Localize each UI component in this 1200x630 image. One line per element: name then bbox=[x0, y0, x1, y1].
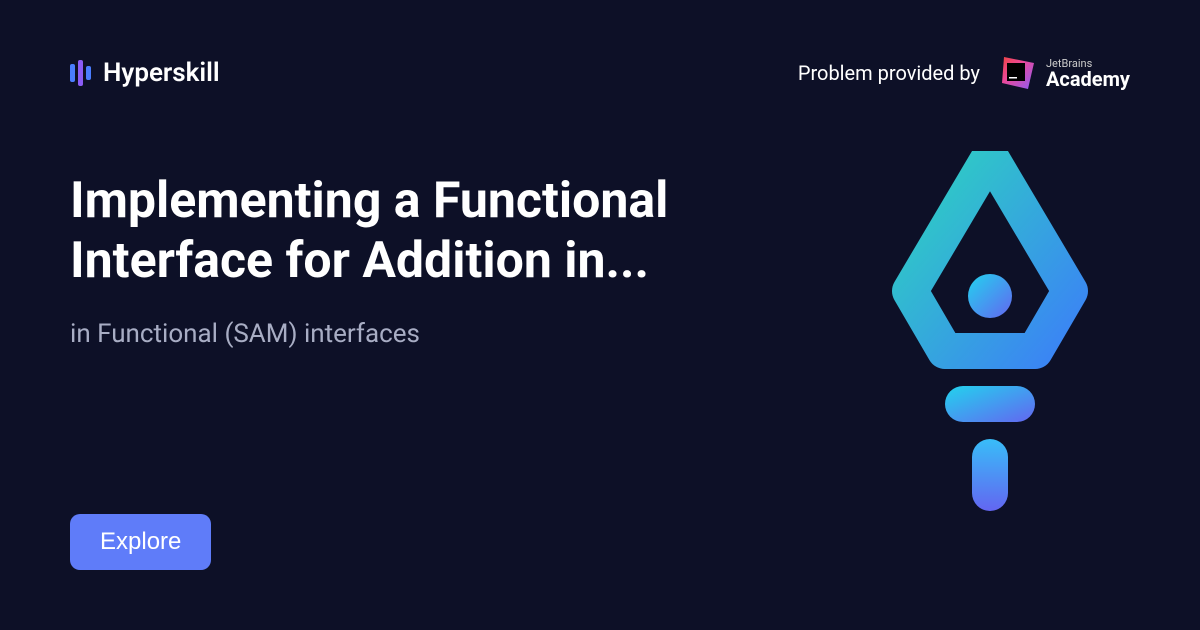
jb-big-text: Academy bbox=[1046, 69, 1130, 89]
provider-block: Problem provided by bbox=[798, 55, 1130, 91]
provider-label: Problem provided by bbox=[798, 61, 980, 85]
hyperskill-brand: Hyperskill bbox=[70, 58, 220, 88]
cta-block: Explore bbox=[70, 514, 1130, 570]
content: Implementing a Functional Interface for … bbox=[70, 171, 1130, 514]
jetbrains-icon bbox=[1000, 55, 1036, 91]
brand-name: Hyperskill bbox=[103, 58, 220, 88]
page-title: Implementing a Functional Interface for … bbox=[70, 171, 810, 291]
explore-button[interactable]: Explore bbox=[70, 514, 211, 570]
text-block: Implementing a Functional Interface for … bbox=[70, 171, 810, 349]
jetbrains-academy-brand: JetBrains Academy bbox=[1000, 55, 1130, 91]
pen-illustration-icon bbox=[880, 151, 1100, 511]
header: Hyperskill Problem provided by bbox=[70, 55, 1130, 91]
page-subtitle: in Functional (SAM) interfaces bbox=[70, 319, 810, 349]
hyperskill-logo-icon bbox=[70, 60, 91, 86]
card-container: Hyperskill Problem provided by bbox=[0, 0, 1200, 630]
jetbrains-academy-text: JetBrains Academy bbox=[1046, 58, 1130, 89]
